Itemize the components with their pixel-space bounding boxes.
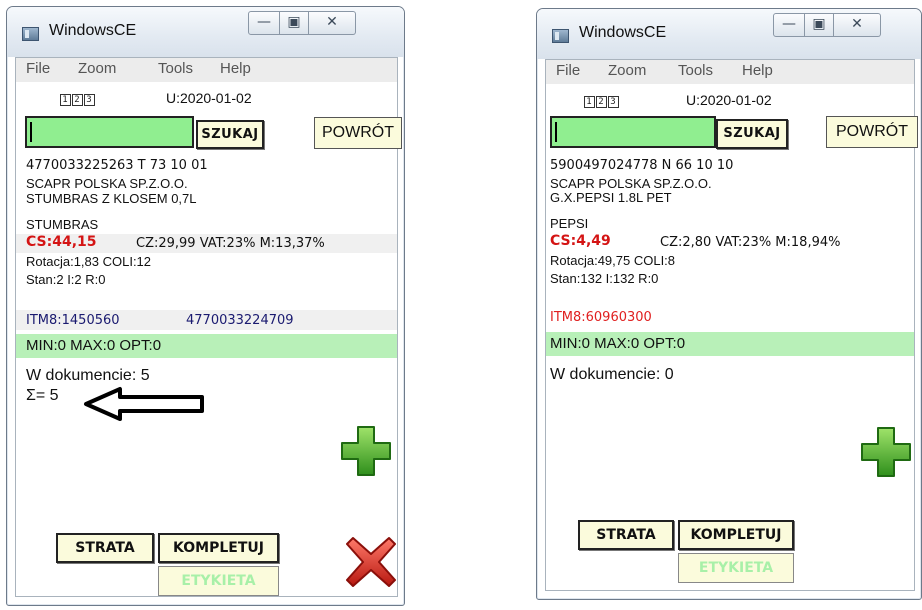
menu-bar: File Zoom Tools Help	[16, 58, 397, 82]
menu-help[interactable]: Help	[742, 62, 773, 79]
itm-ean: 4770033224709	[186, 313, 294, 328]
supplier-name: SCAPR POLSKA SP.Z.O.O.	[550, 176, 712, 191]
arrow-left-icon	[84, 387, 204, 421]
powrot-button[interactable]: POWRÓT	[314, 117, 402, 149]
product-brand: STUMBRAS	[26, 217, 99, 232]
etykieta-button[interactable]: ETYKIETA	[158, 566, 279, 596]
price-cs: CS:44,15	[26, 234, 97, 250]
kompletuj-button[interactable]: KOMPLETUJ	[158, 533, 279, 563]
menu-file[interactable]: File	[26, 60, 50, 77]
window-title: WindowsCE	[579, 24, 667, 41]
menu-bar: File Zoom Tools Help	[546, 60, 914, 84]
strata-button[interactable]: STRATA	[578, 520, 674, 550]
maximize-button[interactable]: ▣	[280, 11, 309, 35]
maximize-button[interactable]: ▣	[805, 13, 834, 37]
app-window-icon	[22, 27, 39, 41]
price-details: CZ:29,99 VAT:23% M:13,37%	[136, 236, 325, 251]
menu-zoom[interactable]: Zoom	[78, 60, 116, 77]
szukaj-button[interactable]: SZUKAJ	[196, 120, 264, 149]
price-details: CZ:2,80 VAT:23% M:18,94%	[660, 235, 841, 250]
powrot-button[interactable]: POWRÓT	[826, 116, 918, 148]
minmax-text: MIN:0 MAX:0 OPT:0	[550, 335, 686, 352]
in-document-count: W dokumencie: 5	[26, 367, 150, 384]
itm-code: ITM8:60960300	[550, 310, 652, 325]
stock-info: Stan:2 I:2 R:0	[26, 272, 106, 287]
menu-zoom[interactable]: Zoom	[608, 62, 646, 79]
windowsce-window-right: WindowsCE — ▣ ✕ File Zoom Tools Help 123…	[536, 8, 922, 600]
barcode-line: 4770033225263 T 73 10 01	[26, 158, 208, 173]
rotation-coli: Rotacja:49,75 COLI:8	[550, 253, 676, 268]
etykieta-button[interactable]: ETYKIETA	[678, 553, 794, 583]
menu-file[interactable]: File	[556, 62, 580, 79]
text-caret	[30, 122, 32, 142]
itm-code: ITM8:1450560	[26, 313, 120, 328]
barcode-line: 5900497024778 N 66 10 10	[550, 158, 734, 173]
supplier-name: SCAPR POLSKA SP.Z.O.O.	[26, 176, 188, 191]
minimize-button[interactable]: —	[248, 11, 280, 35]
text-caret	[555, 122, 557, 142]
windowsce-window-left: WindowsCE — ▣ ✕ File Zoom Tools Help 123…	[6, 6, 405, 606]
minimize-button[interactable]: —	[773, 13, 805, 37]
mode-icons[interactable]: 123	[60, 91, 96, 106]
menu-tools[interactable]: Tools	[678, 62, 713, 79]
strata-button[interactable]: STRATA	[56, 533, 154, 563]
x-icon[interactable]	[343, 534, 399, 590]
menu-tools[interactable]: Tools	[158, 60, 193, 77]
app-window-icon	[552, 29, 569, 43]
search-input[interactable]	[25, 116, 194, 148]
minmax-text: MIN:0 MAX:0 OPT:0	[26, 337, 162, 354]
window-title: WindowsCE	[49, 22, 137, 39]
szukaj-button[interactable]: SZUKAJ	[716, 119, 788, 149]
title-bar[interactable]: WindowsCE — ▣ ✕	[7, 7, 404, 57]
mode-icons[interactable]: 123	[584, 93, 620, 108]
plus-icon[interactable]	[858, 424, 914, 480]
rotation-coli: Rotacja:1,83 COLI:12	[26, 254, 152, 269]
user-date: U:2020-01-02	[686, 92, 772, 108]
stock-info: Stan:132 I:132 R:0	[550, 271, 659, 286]
close-button[interactable]: ✕	[834, 13, 881, 37]
app-client-area: File Zoom Tools Help 123 U:2020-01-02 SZ…	[545, 59, 918, 591]
product-name: G.X.PEPSI 1.8L PET	[550, 190, 672, 205]
mode-2-icon[interactable]: 2	[72, 94, 83, 106]
mode-1-icon[interactable]: 1	[60, 94, 71, 106]
sum-total: Σ= 5	[26, 387, 59, 404]
menu-help[interactable]: Help	[220, 60, 251, 77]
kompletuj-button[interactable]: KOMPLETUJ	[678, 520, 794, 550]
price-cs: CS:4,49	[550, 233, 611, 249]
product-brand: PEPSI	[550, 216, 589, 231]
mode-2-icon[interactable]: 2	[596, 96, 607, 108]
in-document-count: W dokumencie: 0	[550, 366, 674, 383]
search-input[interactable]	[550, 116, 716, 148]
close-button[interactable]: ✕	[309, 11, 356, 35]
user-date: U:2020-01-02	[166, 90, 252, 106]
mode-1-icon[interactable]: 1	[584, 96, 595, 108]
mode-3-icon[interactable]: 3	[84, 94, 95, 106]
mode-3-icon[interactable]: 3	[608, 96, 619, 108]
product-name: STUMBRAS Z KLOSEM 0,7L	[26, 191, 197, 206]
title-bar[interactable]: WindowsCE — ▣ ✕	[537, 9, 921, 59]
plus-icon[interactable]	[338, 423, 394, 479]
app-client-area: File Zoom Tools Help 123 U:2020-01-02 SZ…	[15, 57, 402, 597]
